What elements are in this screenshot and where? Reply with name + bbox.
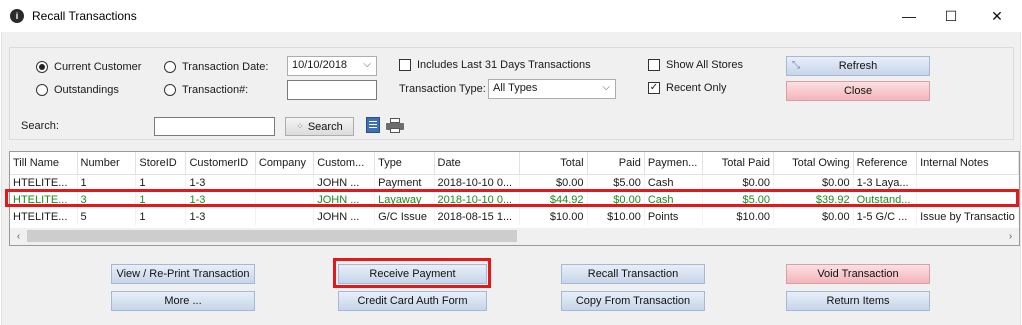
checkbox-recent-only[interactable]: ✓ Recent Only (648, 82, 727, 94)
view-reprint-button[interactable]: View / Re-Print Transaction (111, 264, 255, 284)
printer-icon[interactable] (386, 118, 404, 133)
checkmark-icon: ✓ (648, 82, 660, 94)
column-header[interactable]: Number (77, 152, 137, 175)
transaction-type-label: Transaction Type: (399, 83, 486, 95)
transaction-date-picker[interactable]: 10/10/2018 ⌵ (287, 56, 377, 76)
checkbox-label: Includes Last 31 Days Transactions (417, 59, 591, 71)
table-row[interactable]: HTELITE... 5 1 1-3 JOHN ... G/C Issue 20… (10, 208, 1019, 225)
column-header[interactable]: Till Name (10, 152, 78, 175)
column-header[interactable]: Reference (853, 152, 918, 175)
table-cell: 5 (77, 208, 137, 225)
search-icon: ⁘ (296, 121, 304, 131)
scroll-left-icon[interactable]: ‹ (10, 228, 27, 245)
table-cell: 1 (135, 208, 187, 225)
dialog-body: Current Customer Outstandings Transactio… (1, 32, 1021, 325)
refresh-icon: ⤡ (792, 60, 800, 71)
radio-empty-icon (164, 84, 176, 96)
column-header[interactable]: Custom... (313, 152, 376, 175)
void-transaction-button[interactable]: Void Transaction (786, 264, 930, 284)
checkbox-show-all-stores[interactable]: Show All Stores (648, 59, 743, 71)
column-header[interactable]: Date (434, 152, 520, 175)
table-cell: 1-5 G/C ... (853, 208, 918, 225)
column-header[interactable]: StoreID (135, 152, 187, 175)
column-header[interactable]: CustomerID (185, 152, 256, 175)
recall-transaction-button[interactable]: Recall Transaction (561, 264, 705, 284)
return-items-button[interactable]: Return Items (786, 291, 930, 311)
radio-label: Outstandings (54, 84, 119, 96)
radio-empty-icon (164, 61, 176, 73)
table-cell: G/C Issue (374, 208, 435, 225)
date-value: 10/10/2018 (292, 59, 348, 71)
close-button[interactable]: Close (786, 81, 930, 101)
table-cell: JOHN ... (313, 208, 376, 225)
copy-from-transaction-button[interactable]: Copy From Transaction (561, 291, 705, 311)
checkbox-empty-icon (648, 59, 660, 71)
select-value: All Types (493, 82, 538, 94)
column-header[interactable]: Total Paid (702, 152, 775, 175)
table-cell: $10.00 (702, 208, 775, 225)
column-header[interactable]: Company (255, 152, 315, 175)
scroll-right-icon[interactable]: › (1002, 228, 1019, 245)
radio-selected-icon (36, 61, 48, 73)
column-header[interactable]: Internal Notes (916, 152, 1019, 175)
horizontal-scrollbar[interactable]: ‹ › (10, 228, 1019, 245)
radio-current-customer[interactable]: Current Customer (36, 61, 141, 73)
search-button-label: Search (307, 120, 343, 133)
chevron-down-icon: ⌵ (602, 82, 610, 93)
table-cell: 1-3 (185, 208, 256, 225)
highlight-box-row (5, 189, 1019, 207)
search-button[interactable]: ⁘ Search (285, 117, 354, 136)
column-header[interactable]: Paymen... (644, 152, 704, 175)
maximize-button[interactable]: ☐ (928, 0, 974, 32)
table-cell: $0.00 (773, 208, 854, 225)
radio-transaction-number[interactable]: Transaction#: (164, 84, 248, 96)
checkbox-empty-icon (399, 59, 411, 71)
chevron-down-icon: ⌵ (363, 59, 371, 70)
radio-label: Transaction#: (182, 84, 249, 96)
radio-transaction-date[interactable]: Transaction Date: (164, 61, 268, 73)
radio-outstandings[interactable]: Outstandings (36, 84, 119, 96)
table-cell: 2018-08-15 1... (434, 208, 520, 225)
title-bar: i Recall Transactions — ☐ ✕ (0, 0, 1022, 32)
table-cell: $10.00 (519, 208, 588, 225)
window-title: Recall Transactions (32, 9, 137, 23)
table-cell (255, 208, 315, 225)
app-icon: i (10, 9, 24, 23)
transaction-number-input[interactable] (287, 80, 377, 100)
column-header[interactable]: Paid (587, 152, 645, 175)
search-label: Search: (21, 120, 59, 132)
checkbox-label: Recent Only (666, 82, 727, 94)
refresh-button[interactable]: ⤡ Refresh (786, 56, 930, 76)
receive-payment-button[interactable]: Receive Payment (338, 264, 487, 284)
column-header[interactable]: Total Owing (773, 152, 854, 175)
minimize-button[interactable]: — (886, 0, 932, 32)
scrollbar-thumb[interactable] (27, 230, 517, 242)
refresh-label: Refresh (838, 60, 878, 72)
column-header[interactable]: Total (519, 152, 588, 175)
table-cell: Issue by Transactio (916, 208, 1019, 225)
table-cell: $10.00 (587, 208, 645, 225)
search-input[interactable] (154, 117, 275, 136)
checkbox-include-last-31[interactable]: Includes Last 31 Days Transactions (399, 59, 591, 71)
table-cell: Points (644, 208, 704, 225)
document-icon[interactable] (366, 117, 380, 133)
checkbox-label: Show All Stores (666, 59, 744, 71)
column-header[interactable]: Type (374, 152, 435, 175)
close-window-button[interactable]: ✕ (974, 0, 1020, 32)
table-cell: HTELITE... (10, 208, 78, 225)
radio-label: Current Customer (54, 61, 142, 73)
transaction-type-select[interactable]: All Types ⌵ (488, 79, 616, 99)
more-button[interactable]: More ... (111, 291, 255, 311)
table-header-row: Till Name Number StoreID CustomerID Comp… (10, 152, 1019, 175)
radio-label: Transaction Date: (182, 61, 269, 73)
radio-empty-icon (36, 84, 48, 96)
credit-card-auth-button[interactable]: Credit Card Auth Form (338, 291, 487, 311)
